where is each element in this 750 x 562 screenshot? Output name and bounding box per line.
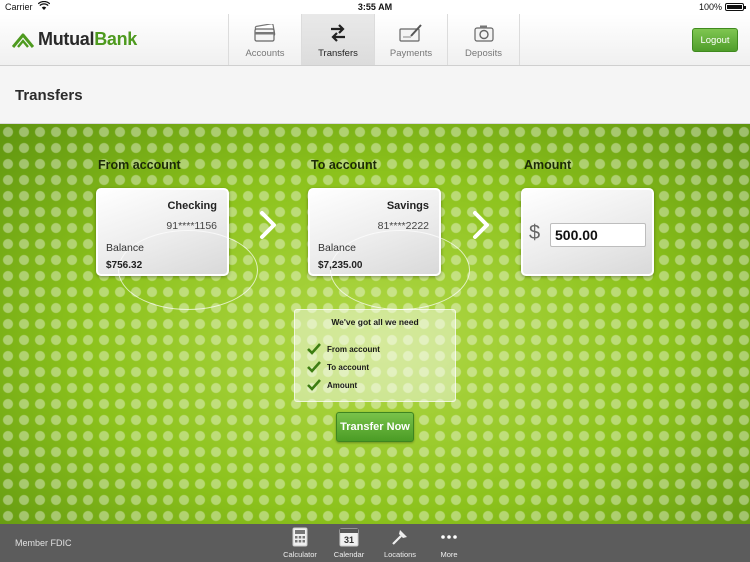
checklist-item-label: To account [327,362,370,372]
page-title: Transfers [15,87,83,104]
clock: 3:55 AM [357,2,393,12]
tab-transfers[interactable]: Transfers [301,14,374,65]
tab-payments-label: Payments [389,48,433,59]
camera-icon [471,22,497,44]
checklist-heading: We've got all we need [331,317,419,327]
from-balance-value: $756.32 [106,260,143,271]
calculator-label: Calculator [283,550,317,559]
transfer-panel: From account To account Amount Checking … [0,124,750,524]
checkmark-icon [307,343,321,355]
battery-icon [725,3,746,11]
calendar-day: 31 [344,535,354,545]
amount-label: Amount [524,158,572,172]
from-account-card[interactable]: Checking 91****1156 Balance $756.32 [96,188,258,310]
tab-deposits[interactable]: Deposits [447,14,520,65]
checklist-item-label: Amount [327,380,358,390]
checkmark-icon [307,379,321,391]
to-account-label: To account [311,158,377,172]
brand-name-part1: Mutual [38,29,95,49]
transfer-arrows-icon [325,22,351,44]
battery-percent: 100% [698,2,722,12]
from-account-label: From account [98,158,181,172]
locations-button[interactable]: Locations [378,527,422,559]
tab-accounts[interactable]: Accounts [228,14,301,65]
calendar-label: Calendar [333,550,365,559]
tab-payments[interactable]: Payments [374,14,447,65]
credit-card-icon [252,22,278,44]
more-dots-icon [439,527,459,547]
transfer-checklist: We've got all we need From account To ac… [294,309,456,402]
calendar-icon: 31 [339,527,359,547]
chevron-right-icon [473,211,489,239]
bottom-toolbar: Member FDIC Calculator 31 Calendar Locat… [0,524,750,562]
page-header: Transfers [0,66,750,124]
brand-name: MutualBank [38,29,137,50]
checklist-item: To account [307,361,369,373]
checklist-item: From account [307,343,380,355]
main-tabs: Accounts Transfers Payments Deposits [228,14,520,65]
locations-label: Locations [383,550,417,559]
currency-symbol: $ [529,222,541,244]
from-account-name: Checking [167,200,217,212]
member-fdic-label: Member FDIC [15,538,72,548]
to-balance-value: $7,235.00 [318,260,363,271]
mountain-logo-icon [12,33,34,48]
top-navigation: MutualBank Accounts Transfers Payments D… [0,14,750,66]
to-account-name: Savings [386,200,429,212]
checklist-item-label: From account [327,344,380,354]
checklist-item: Amount [307,379,357,391]
transfer-now-button[interactable]: Transfer Now [336,412,414,442]
chevron-right-icon [260,211,276,239]
tab-deposits-label: Deposits [465,48,502,59]
mutualbank-logo[interactable]: MutualBank [12,29,137,50]
to-account-number: 81****2222 [377,220,429,232]
from-balance-label: Balance [106,242,144,254]
to-account-card[interactable]: Savings 81****2222 Balance $7,235.00 [308,188,470,310]
checkmark-icon [307,361,321,373]
map-pin-icon [390,527,410,547]
more-button[interactable]: More [427,527,471,559]
to-balance-label: Balance [318,242,356,254]
pen-check-icon [398,22,424,44]
amount-card: $ [521,188,654,276]
calculator-icon [290,527,310,547]
calculator-button[interactable]: Calculator [278,527,322,559]
status-bar: Carrier 3:55 AM 100% [0,0,750,14]
amount-input[interactable] [550,223,646,247]
tab-accounts-label: Accounts [245,48,285,59]
brand-name-part2: Bank [94,29,138,49]
logout-button[interactable]: Logout [692,28,738,52]
calendar-button[interactable]: 31 Calendar [327,527,371,559]
more-label: More [440,550,458,559]
from-account-number: 91****1156 [166,220,217,232]
tab-transfers-label: Transfers [318,48,358,59]
